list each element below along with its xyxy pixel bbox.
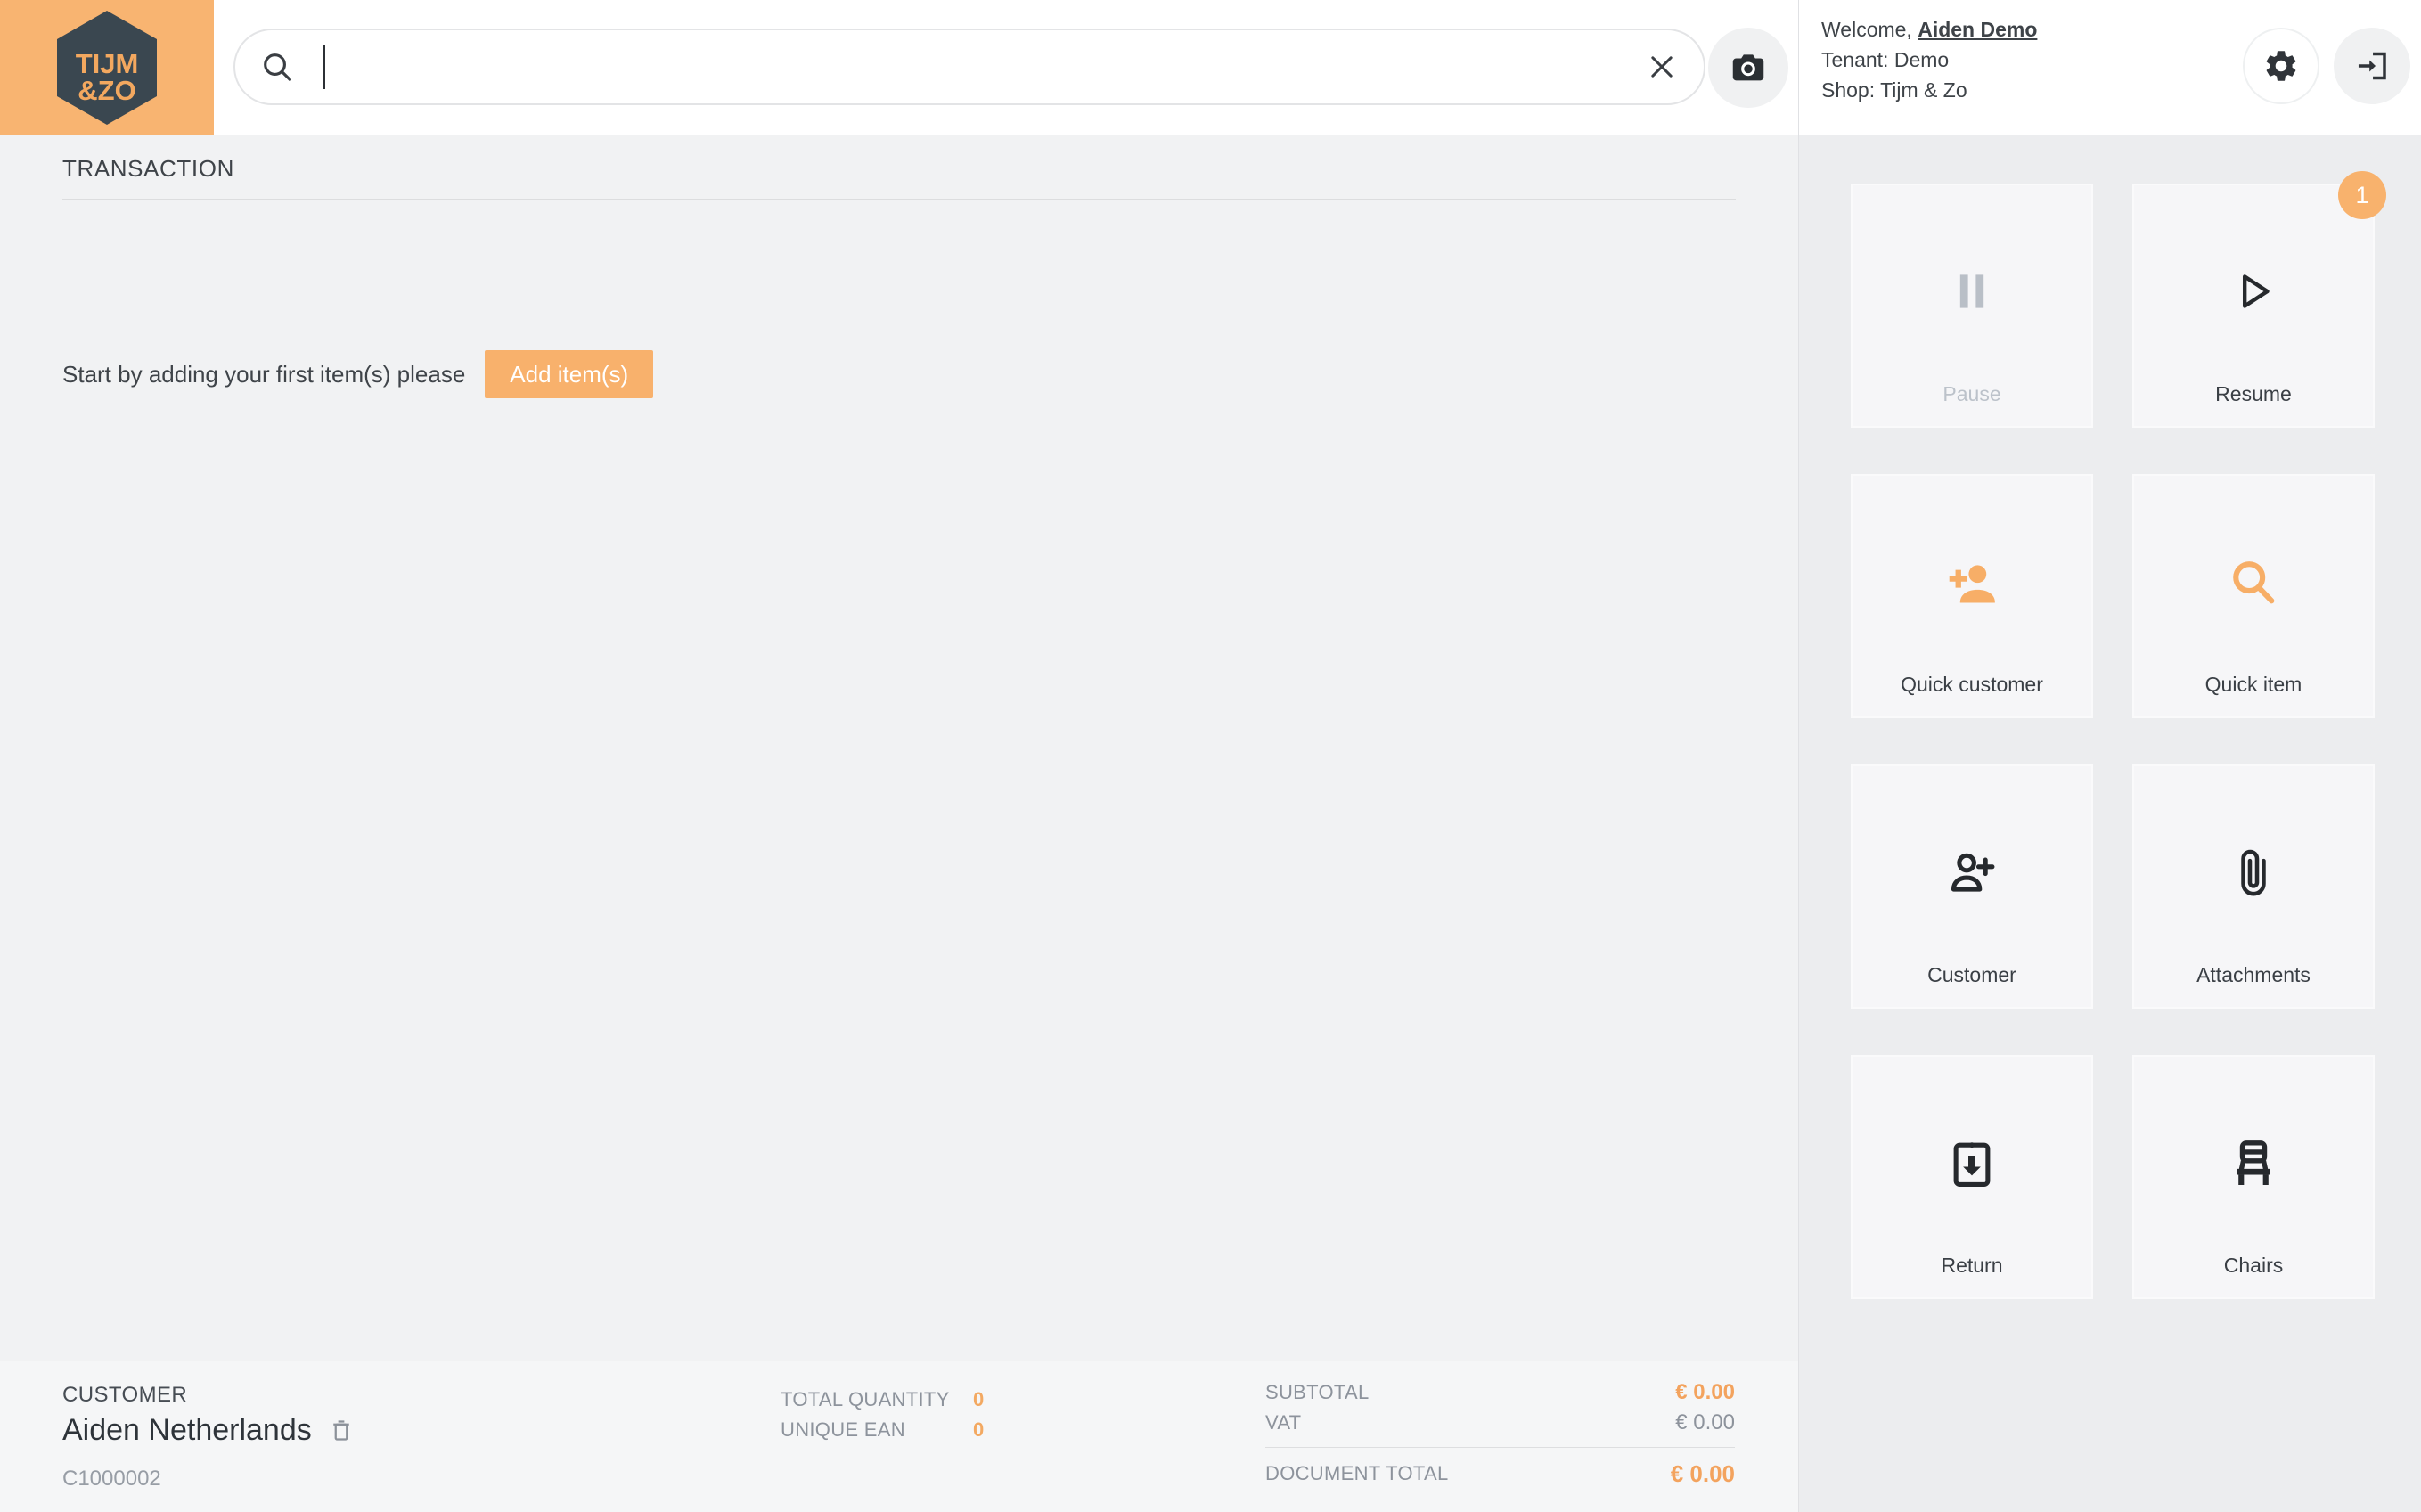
customer-heading: CUSTOMER <box>62 1383 187 1408</box>
transaction-area: TRANSACTION Start by adding your first i… <box>0 135 1798 1361</box>
document-total-value: € 0.00 <box>1671 1460 1735 1488</box>
empty-transaction-hint: Start by adding your first item(s) pleas… <box>62 361 465 388</box>
user-info: Welcome, Aiden Demo Tenant: Demo Shop: T… <box>1821 14 2037 105</box>
card-label: Return <box>1853 1254 2091 1278</box>
camera-icon <box>1728 47 1769 88</box>
logout-icon <box>2353 47 2391 85</box>
search-bar[interactable] <box>233 29 1705 105</box>
quick-customer-card[interactable]: Quick customer <box>1851 474 2093 718</box>
tenant-line: Tenant: Demo <box>1821 45 2037 75</box>
card-label: Customer <box>1853 963 2091 987</box>
unique-ean-value: 0 <box>973 1418 984 1442</box>
welcome-prefix: Welcome, <box>1821 18 1918 41</box>
camera-scan-button[interactable] <box>1708 28 1788 108</box>
attachments-card[interactable]: Attachments <box>2132 764 2375 1009</box>
subtotal-value: € 0.00 <box>1675 1380 1735 1405</box>
totals-summary: SUBTOTAL € 0.00 VAT € 0.00 DOCUMENT TOTA… <box>1265 1377 1735 1489</box>
settings-button[interactable] <box>2243 28 2319 104</box>
remove-customer-button[interactable] <box>328 1418 355 1444</box>
transaction-title: TRANSACTION <box>62 155 234 183</box>
panel-divider <box>1798 0 1799 1512</box>
card-label: Quick customer <box>1853 673 2091 697</box>
customer-card[interactable]: Customer <box>1851 764 2093 1009</box>
resume-badge: 1 <box>2338 171 2386 219</box>
card-label: Chairs <box>2134 1254 2373 1278</box>
pos-app: TIJM &ZO <box>0 0 2421 1512</box>
totals-divider <box>1265 1447 1735 1448</box>
pause-card: Pause <box>1851 184 2093 428</box>
customer-name: Aiden Netherlands <box>62 1413 312 1448</box>
trash-icon <box>328 1418 355 1444</box>
brand-hexagon-icon: TIJM &ZO <box>57 11 157 125</box>
total-quantity-value: 0 <box>973 1388 984 1411</box>
subtotal-label: SUBTOTAL <box>1265 1381 1370 1404</box>
paperclip-icon <box>2134 845 2373 902</box>
pause-icon <box>1853 264 2091 319</box>
unique-ean-label: UNIQUE EAN <box>781 1418 973 1442</box>
vat-label: VAT <box>1265 1411 1301 1434</box>
close-icon <box>1643 48 1681 86</box>
customer-code: C1000002 <box>62 1467 161 1492</box>
shop-line: Shop: Tijm & Zo <box>1821 75 2037 105</box>
clipboard-return-icon <box>1853 1135 2091 1192</box>
user-name-link[interactable]: Aiden Demo <box>1918 18 2037 41</box>
card-label: Attachments <box>2134 963 2373 987</box>
clear-search-button[interactable] <box>1643 48 1681 86</box>
person-add-filled-icon <box>1853 554 2091 613</box>
totals-footer: CUSTOMER Aiden Netherlands C1000002 TOTA… <box>0 1361 1798 1512</box>
add-items-button[interactable]: Add item(s) <box>485 350 653 398</box>
search-input[interactable] <box>325 40 1643 94</box>
transaction-divider <box>62 199 1736 200</box>
total-quantity-label: TOTAL QUANTITY <box>781 1388 973 1411</box>
search-icon <box>258 48 296 86</box>
welcome-line: Welcome, Aiden Demo <box>1821 14 2037 45</box>
quick-actions-panel: Pause 1 Resume Quick customer <box>1799 135 2421 1512</box>
person-add-icon <box>1853 845 2091 902</box>
return-card[interactable]: Return <box>1851 1055 2093 1299</box>
play-icon <box>2134 264 2373 319</box>
chair-icon <box>2134 1135 2373 1192</box>
quick-item-card[interactable]: Quick item <box>2132 474 2375 718</box>
chairs-card[interactable]: Chairs <box>2132 1055 2375 1299</box>
topbar: TIJM &ZO <box>0 0 2421 135</box>
brand-logo: TIJM &ZO <box>0 0 214 135</box>
resume-card[interactable]: 1 Resume <box>2132 184 2375 428</box>
vat-value: € 0.00 <box>1675 1410 1735 1435</box>
card-label: Quick item <box>2134 673 2373 697</box>
gear-icon <box>2262 47 2300 85</box>
document-total-label: DOCUMENT TOTAL <box>1265 1462 1449 1485</box>
card-label: Resume <box>2134 382 2373 406</box>
brand-line2: &ZO <box>78 75 135 106</box>
logout-button[interactable] <box>2334 28 2410 104</box>
card-label: Pause <box>1853 382 2091 406</box>
quantity-summary: TOTAL QUANTITY 0 UNIQUE EAN 0 <box>781 1385 984 1445</box>
search-orange-icon <box>2134 554 2373 611</box>
